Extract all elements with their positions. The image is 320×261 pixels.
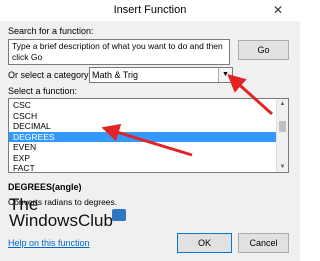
annotation-arrows bbox=[101, 73, 274, 157]
arrow-to-category-dropdown bbox=[227, 73, 274, 116]
arrow-to-degrees-item bbox=[101, 124, 193, 157]
